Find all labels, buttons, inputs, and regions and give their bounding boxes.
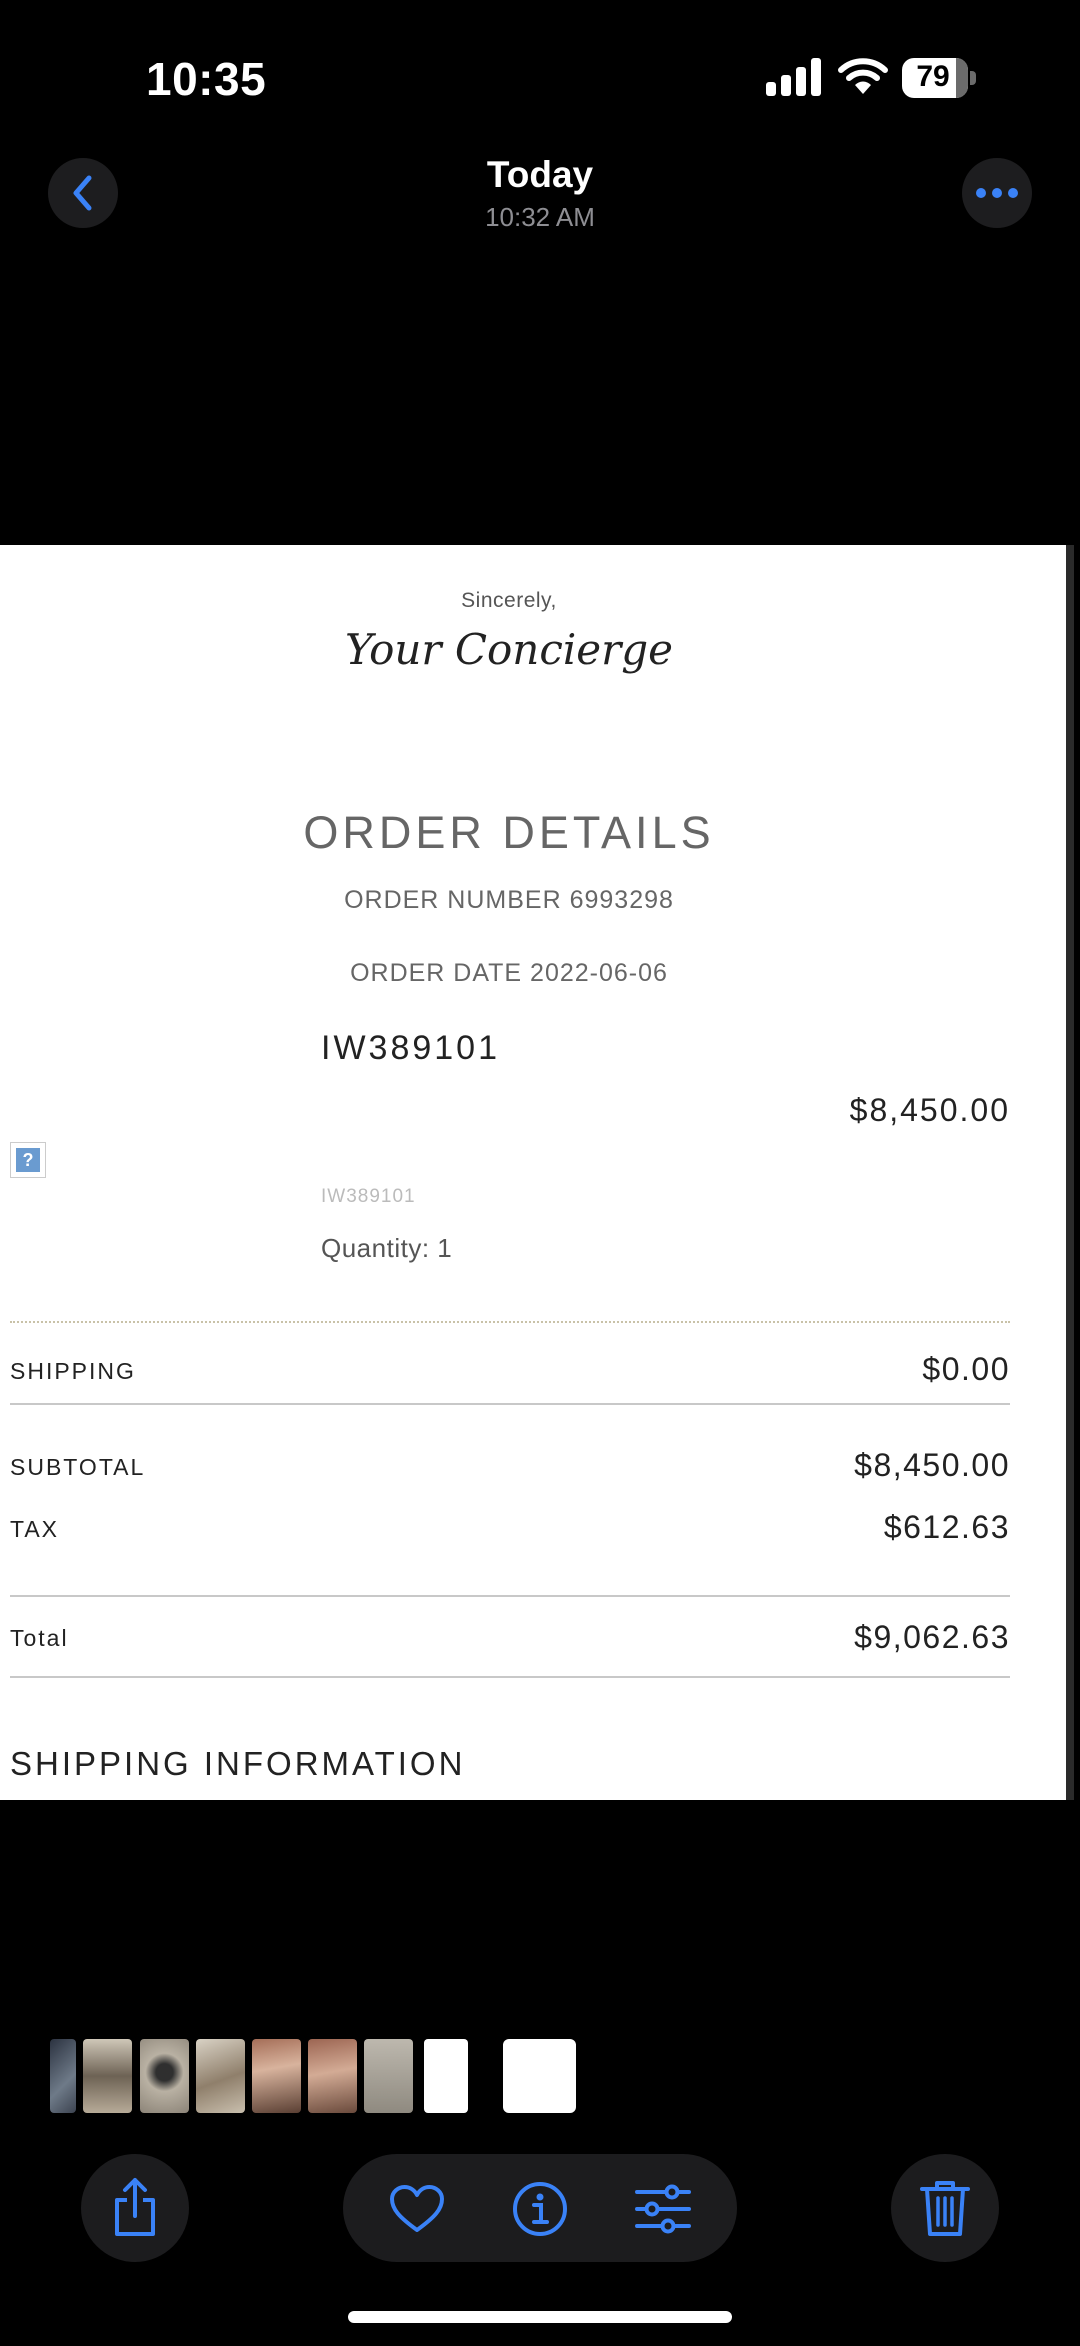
divider [10, 1595, 1010, 1597]
item-sku-secondary: IW389101 [321, 1186, 416, 1207]
signature: Your Concierge [345, 625, 673, 674]
trash-icon [920, 2181, 970, 2236]
item-price: $8,450.00 [849, 1092, 1010, 1128]
page-title: Today [486, 154, 594, 195]
ellipsis-icon [976, 188, 1018, 198]
battery-level: 79 [916, 60, 950, 93]
share-button[interactable] [81, 2154, 189, 2262]
info-icon [513, 2182, 567, 2236]
closing-text: Sincerely, [461, 589, 557, 612]
receipt-thumbnail-current[interactable] [503, 2039, 576, 2113]
favorite-button[interactable] [388, 2180, 446, 2238]
order-date: ORDER DATE 2022-06-06 [350, 959, 668, 987]
status-time: 10:35 [146, 53, 267, 105]
shipping-information-heading: SHIPPING INFORMATION [10, 1745, 466, 1782]
share-icon [115, 2178, 155, 2236]
more-options-button[interactable] [962, 158, 1032, 228]
photo-thumbnail[interactable] [308, 2039, 357, 2113]
photo-thumbnail[interactable] [364, 2039, 413, 2113]
page-subtitle: 10:32 AM [485, 202, 595, 232]
photo-thumbnail[interactable] [252, 2039, 301, 2113]
total-value: $9,062.63 [854, 1619, 1010, 1655]
heart-icon [390, 2185, 444, 2232]
receipt-thumbnail[interactable] [424, 2039, 468, 2113]
photo-view[interactable]: Sincerely, Your Concierge ORDER DETAILS … [0, 545, 1066, 1800]
wifi-icon [838, 56, 888, 101]
photo-thumbnail[interactable] [50, 2039, 76, 2113]
photo-thumbnail[interactable] [196, 2039, 245, 2113]
battery-icon: 79 [902, 58, 978, 98]
edit-adjust-button[interactable] [634, 2180, 692, 2238]
order-number: ORDER NUMBER 6993298 [344, 886, 674, 914]
shipping-value: $0.00 [922, 1351, 1010, 1387]
adjust-icon [635, 2184, 691, 2234]
home-indicator[interactable] [348, 2311, 732, 2323]
divider [10, 1676, 1010, 1678]
subtotal-value: $8,450.00 [854, 1447, 1010, 1483]
broken-image-icon: ? [10, 1142, 46, 1178]
delete-button[interactable] [891, 2154, 999, 2262]
divider [10, 1403, 1010, 1405]
shipping-label: SHIPPING [10, 1358, 136, 1384]
subtotal-label: SUBTOTAL [10, 1454, 146, 1480]
item-sku: IW389101 [321, 1029, 500, 1067]
info-button[interactable] [511, 2180, 569, 2238]
item-quantity: Quantity: 1 [321, 1233, 453, 1263]
total-label: Total [10, 1625, 69, 1651]
photo-thumbnail[interactable] [140, 2039, 189, 2113]
photo-thumbnail[interactable] [83, 2039, 132, 2113]
tax-value: $612.63 [883, 1509, 1010, 1545]
cellular-signal-icon [766, 58, 822, 96]
photo-edge [1066, 545, 1074, 1800]
order-details-heading: ORDER DETAILS [303, 807, 715, 858]
tax-label: TAX [10, 1516, 60, 1542]
divider [10, 1321, 1010, 1323]
